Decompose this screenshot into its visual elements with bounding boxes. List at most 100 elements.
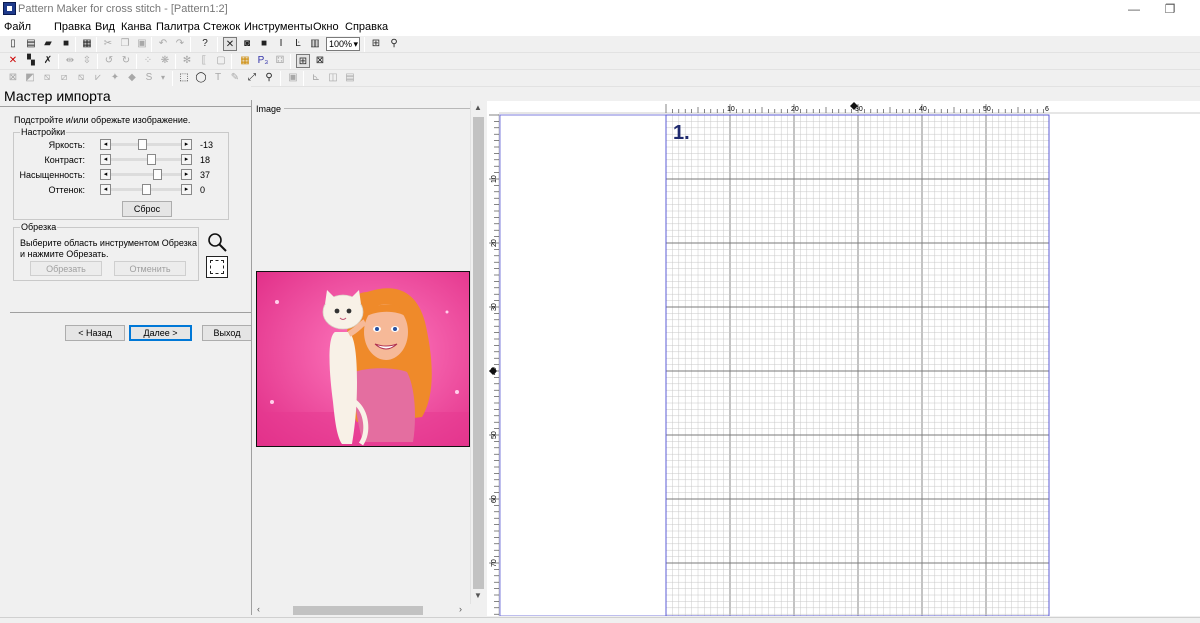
cross-grid-icon[interactable]: ⊠	[313, 54, 327, 68]
fill-color-icon[interactable]: ▚	[24, 54, 38, 68]
full-stitch-icon[interactable]: ✕	[223, 37, 237, 51]
bead-tool-icon[interactable]: ◆	[125, 71, 139, 85]
grid-icon[interactable]: ⊞	[296, 54, 310, 68]
contrast-label: Контраст:	[44, 155, 85, 165]
replace-color-icon[interactable]: ✗	[41, 54, 55, 68]
contrast-slider[interactable]: ◂ ▸	[100, 154, 192, 165]
pattern-canvas[interactable]: 10 20 30 40 50 6 10 20 30 40 50 60 70 1.	[487, 101, 1200, 616]
help-icon[interactable]: ?	[198, 37, 212, 51]
rotate-right-icon[interactable]: ↻	[119, 54, 133, 68]
italic-icon[interactable]: I	[274, 37, 288, 51]
scroll-thumb[interactable]	[473, 117, 484, 589]
brightness-slider[interactable]: ◂ ▸	[100, 139, 192, 150]
saturation-value: 37	[200, 170, 211, 180]
scroll-right-icon[interactable]: ›	[459, 604, 462, 614]
menu-file[interactable]: Файл	[4, 21, 31, 33]
horizontal-scrollbar[interactable]: ‹ ›	[255, 604, 470, 617]
full-cross-tool-icon[interactable]: ⊠	[6, 71, 20, 85]
delete-icon[interactable]: ✕	[6, 54, 20, 68]
back-stitch-tool-icon[interactable]: ⧅	[74, 71, 88, 85]
snowflake-icon[interactable]: ✻	[180, 54, 194, 68]
text-tool-icon[interactable]: T	[211, 71, 225, 85]
minimize-button[interactable]: —	[1114, 0, 1154, 18]
vertical-scrollbar[interactable]: ▲ ▼	[470, 101, 486, 604]
saturation-slider[interactable]: ◂ ▸	[100, 169, 192, 180]
symbol-view-icon[interactable]: ◙	[240, 37, 254, 51]
palette-icon[interactable]: ▦	[238, 54, 252, 68]
split-view-icon[interactable]: ◫	[326, 71, 340, 85]
rotate-left-icon[interactable]: ↺	[102, 54, 116, 68]
eyedropper-tool-icon[interactable]: ⤢	[245, 71, 259, 85]
ruler-x-label: 50	[983, 106, 991, 113]
new-file-icon[interactable]: ▯	[6, 37, 20, 51]
print-icon[interactable]: ▦	[80, 37, 94, 51]
menu-stitch[interactable]: Стежок	[203, 21, 240, 33]
cancel-crop-button[interactable]: Отменить	[114, 261, 186, 276]
magnifier-button[interactable]	[206, 231, 228, 253]
window-title: Pattern Maker for cross stitch - [Patter…	[18, 3, 228, 15]
restore-button[interactable]: ❐	[1150, 0, 1190, 18]
rect-select-tool-icon[interactable]: ⬚	[177, 71, 191, 85]
cut-icon[interactable]: ✂	[101, 37, 115, 51]
french-knot-tool-icon[interactable]: ✦	[108, 71, 122, 85]
paste-icon[interactable]: ▣	[135, 37, 149, 51]
special-stitch-dropdown-icon[interactable]: ▾	[156, 71, 170, 85]
ruler-x-label: 20	[791, 106, 799, 113]
menu-window[interactable]: Окно	[313, 21, 339, 33]
window-view-icon[interactable]: ▤	[343, 71, 357, 85]
scroll-thumb[interactable]	[293, 606, 423, 615]
color-view-icon[interactable]: ■	[257, 37, 271, 51]
frame-icon[interactable]: ▢	[214, 54, 228, 68]
toolbar-standard: ▯ ▤ ▰ ■ ▦ ✂ ❐ ▣ ↶ ↷ ? ✕ ◙ ■ I Ŀ ▥ 100% ⊞…	[0, 36, 1200, 53]
undo-icon[interactable]: ↶	[156, 37, 170, 51]
back-button[interactable]: < Назад	[65, 325, 125, 341]
menu-edit[interactable]: Правка	[54, 21, 91, 33]
redo-icon[interactable]: ↷	[173, 37, 187, 51]
hue-slider[interactable]: ◂ ▸	[100, 184, 192, 195]
reset-button[interactable]: Сброс	[122, 201, 172, 217]
divider	[284, 108, 470, 109]
text-style-icon[interactable]: Ŀ	[291, 37, 305, 51]
menu-view[interactable]: Вид	[95, 21, 115, 33]
menu-tools[interactable]: Инструменты	[244, 21, 313, 33]
zoom-select[interactable]: 100%	[326, 37, 360, 51]
crop-select-button[interactable]	[206, 256, 228, 278]
menu-help[interactable]: Справка	[345, 21, 388, 33]
select-dots-icon[interactable]: ⁘	[141, 54, 155, 68]
palette-count-icon[interactable]: P₃	[256, 54, 270, 68]
zoom-tool-icon[interactable]: ⚲	[262, 71, 276, 85]
scroll-up-icon[interactable]: ▲	[474, 103, 482, 112]
next-button[interactable]: Далее >	[129, 325, 192, 341]
page-icon[interactable]: ▥	[308, 37, 322, 51]
lasso-tool-icon[interactable]: ◯	[194, 71, 208, 85]
three-quarter-tool-icon[interactable]: ⧄	[57, 71, 71, 85]
contrast-value: 18	[200, 155, 211, 165]
half-stitch-tool-icon[interactable]: ◩	[23, 71, 37, 85]
scroll-left-icon[interactable]: ‹	[257, 604, 260, 614]
measure-tool-icon[interactable]: ⊾	[309, 71, 323, 85]
scroll-down-icon[interactable]: ▼	[474, 591, 482, 600]
exit-button[interactable]: Выход	[202, 325, 251, 341]
mirror-icon[interactable]: ❋	[158, 54, 172, 68]
menu-canvas[interactable]: Канва	[121, 21, 151, 33]
flip-horizontal-icon[interactable]: ⇹	[63, 54, 77, 68]
special-stitch-tool-icon[interactable]: S	[142, 71, 156, 85]
copy-icon[interactable]: ❐	[118, 37, 132, 51]
bracket-icon[interactable]: ⟦	[197, 54, 211, 68]
fit-window-icon[interactable]: ⊞	[369, 37, 383, 51]
flip-vertical-icon[interactable]: ⇳	[80, 54, 94, 68]
pencil-tool-icon[interactable]: ✎	[228, 71, 242, 85]
cartoon-preview-picture	[257, 272, 469, 446]
petite-stitch-tool-icon[interactable]: ⩗	[91, 71, 105, 85]
zoom-region-icon[interactable]: ⚲	[387, 37, 401, 51]
image-preview[interactable]	[256, 271, 470, 447]
copy-file-icon[interactable]: ▤	[24, 37, 38, 51]
pattern-grid[interactable]: 10 20 30 40 50 6 10 20 30 40 50 60 70 1.	[487, 101, 1200, 616]
stitch-pattern-icon[interactable]: ⚃	[273, 54, 287, 68]
save-icon[interactable]: ■	[59, 37, 73, 51]
open-folder-icon[interactable]: ▰	[41, 37, 55, 51]
menu-palette[interactable]: Палитра	[156, 21, 200, 33]
pattern-stamp-icon[interactable]: ▣	[286, 71, 300, 85]
crop-button[interactable]: Обрезать	[30, 261, 102, 276]
quarter-stitch-tool-icon[interactable]: ⧅	[40, 71, 54, 85]
